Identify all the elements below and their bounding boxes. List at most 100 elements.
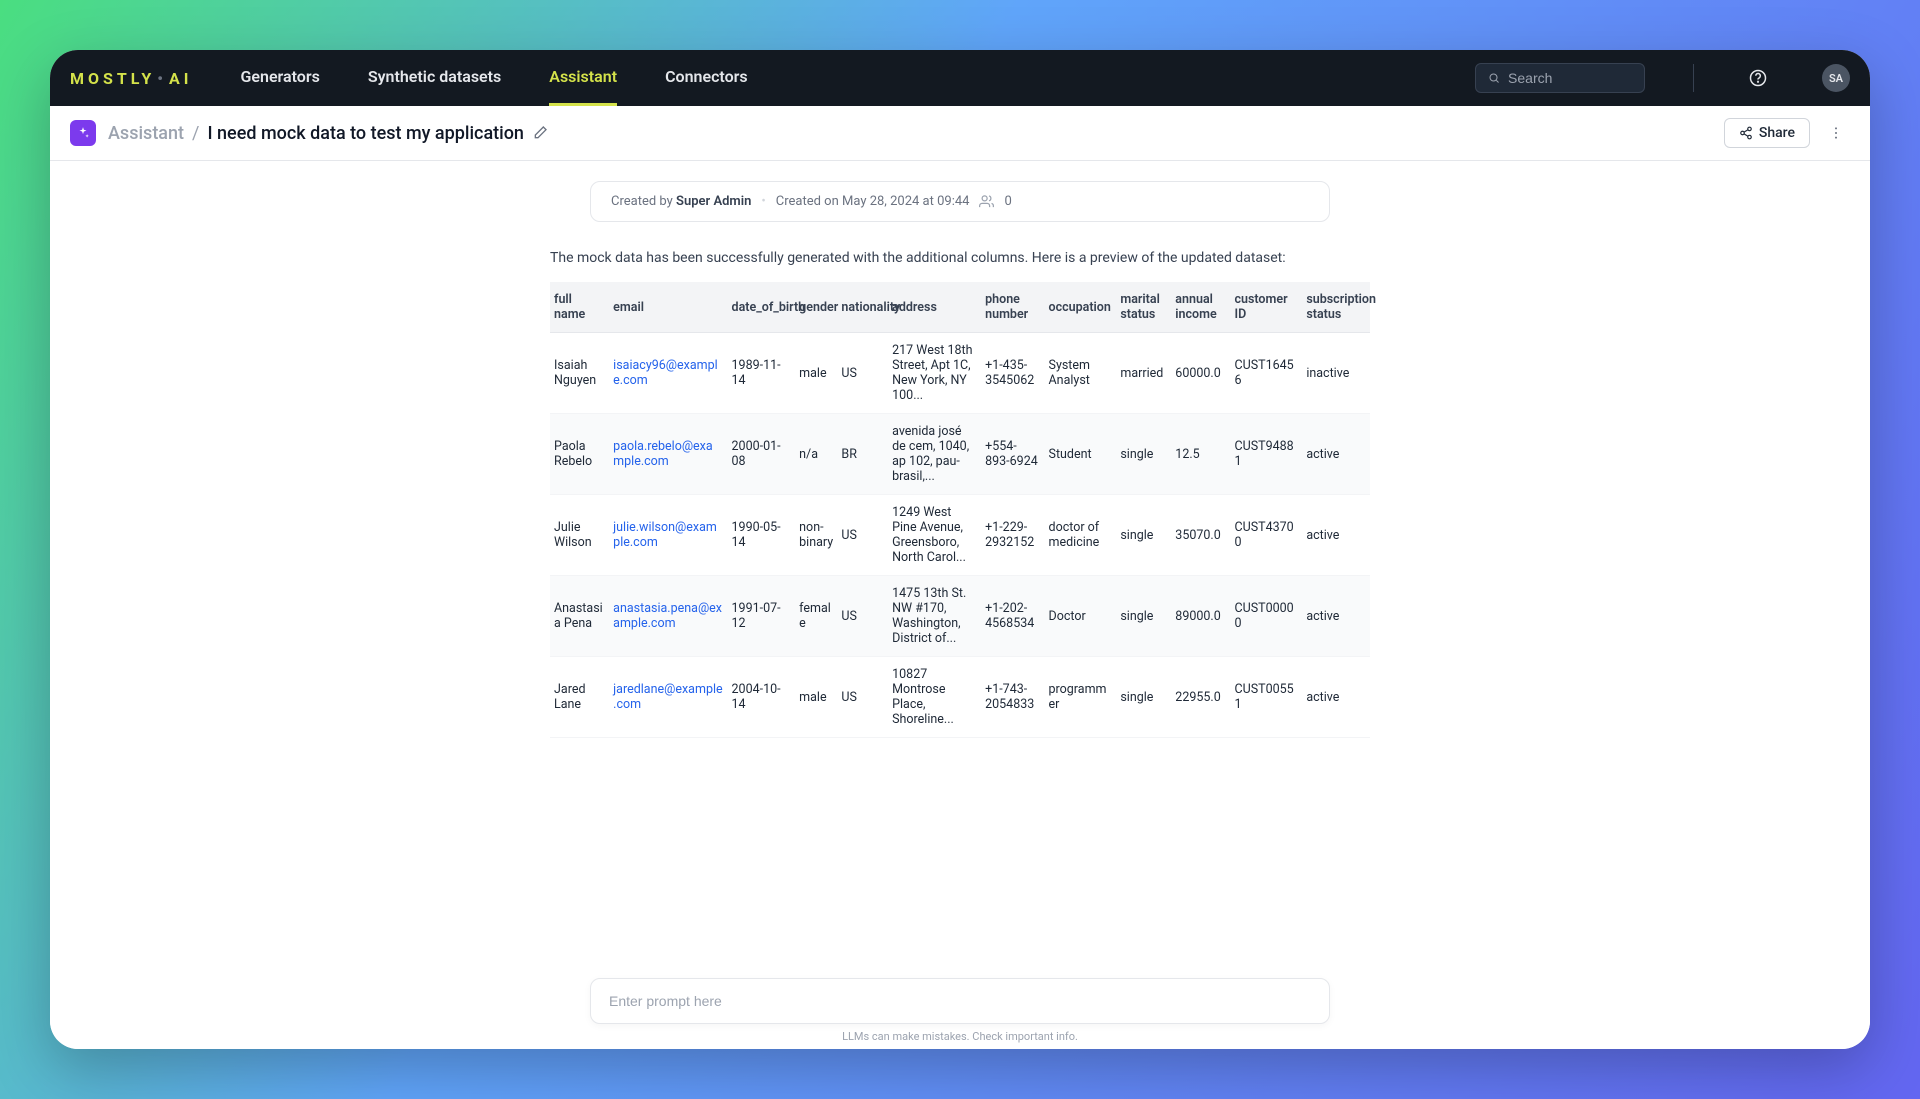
table-cell: inactive — [1302, 333, 1370, 414]
table-cell: 217 West 18th Street, Apt 1C, New York, … — [888, 333, 981, 414]
table-cell: julie.wilson@example.com — [609, 495, 727, 576]
nav-assistant[interactable]: Assistant — [549, 50, 617, 106]
th-email: email — [609, 282, 727, 333]
search-box[interactable] — [1475, 63, 1645, 93]
help-button[interactable] — [1742, 62, 1774, 94]
brand-logo: MOSTLY•AI — [70, 69, 192, 88]
table-cell: Jared Lane — [550, 657, 609, 738]
table-body: Isaiah Nguyenisaiacy96@example.com 1989-1… — [550, 333, 1370, 738]
table-cell: single — [1116, 576, 1171, 657]
table-cell: +1-743-2054833 — [981, 657, 1044, 738]
scroll-area[interactable]: Created by Super Admin • Created on May … — [50, 161, 1870, 1049]
content-area: Created by Super Admin • Created on May … — [50, 161, 1870, 1049]
table-cell: single — [1116, 495, 1171, 576]
table-row: Anastasia Penaanastasia.pena@example.com… — [550, 576, 1370, 657]
search-input[interactable] — [1508, 70, 1632, 86]
table-cell: 10827 Montrose Place, Shoreline... — [888, 657, 981, 738]
th-income: annual income — [1171, 282, 1230, 333]
table-cell: single — [1116, 414, 1171, 495]
breadcrumb-root[interactable]: Assistant — [108, 123, 184, 144]
nav-divider — [1693, 64, 1694, 92]
table-cell: +1-229-2932152 — [981, 495, 1044, 576]
table-cell: anastasia.pena@example.com — [609, 576, 727, 657]
pencil-icon — [532, 125, 548, 141]
meta-created-on: Created on May 28, 2024 at 09:44 — [776, 194, 970, 209]
nav-generators[interactable]: Generators — [240, 50, 319, 106]
table-cell: 1249 West Pine Avenue, Greensboro, North… — [888, 495, 981, 576]
breadcrumb-title: I need mock data to test my application — [207, 123, 524, 144]
message-body: The mock data has been successfully gene… — [550, 250, 1370, 738]
table-cell: CUST94881 — [1230, 414, 1302, 495]
help-icon — [1749, 69, 1767, 87]
prompt-wrap: LLMs can make mistakes. Check important … — [50, 970, 1870, 1049]
email-link[interactable]: isaiacy96@example.com — [613, 358, 718, 388]
th-marital: marital status — [1116, 282, 1171, 333]
search-icon — [1488, 71, 1500, 85]
table-cell: active — [1302, 576, 1370, 657]
th-phone: phone number — [981, 282, 1044, 333]
avatar[interactable]: SA — [1822, 64, 1850, 92]
edit-title-button[interactable] — [532, 125, 548, 141]
table-cell: 1989-11-14 — [728, 333, 796, 414]
email-link[interactable]: jaredlane@example.com — [613, 682, 722, 712]
breadcrumb-sep: / — [192, 123, 199, 144]
table-cell: married — [1116, 333, 1171, 414]
nav-synthetic-datasets[interactable]: Synthetic datasets — [368, 50, 501, 106]
assistant-message: The mock data has been successfully gene… — [550, 250, 1370, 266]
table-cell: Doctor — [1045, 576, 1117, 657]
nav-connectors[interactable]: Connectors — [665, 50, 748, 106]
share-icon — [1739, 126, 1753, 140]
table-cell: Isaiah Nguyen — [550, 333, 609, 414]
brand-name: MOSTLY — [70, 69, 155, 88]
table-cell: US — [837, 576, 888, 657]
email-link[interactable]: julie.wilson@example.com — [613, 520, 717, 550]
table-row: Paola Rebelopaola.rebelo@example.com2000… — [550, 414, 1370, 495]
email-link[interactable]: paola.rebelo@example.com — [613, 439, 713, 469]
more-vertical-icon — [1828, 125, 1844, 141]
table-cell: active — [1302, 495, 1370, 576]
nav-links: Generators Synthetic datasets Assistant … — [240, 50, 747, 106]
table-cell: single — [1116, 657, 1171, 738]
table-cell: 1475 13th St. NW #170, Washington, Distr… — [888, 576, 981, 657]
table-cell: 89000.0 — [1171, 576, 1230, 657]
table-cell: CUST00000 — [1230, 576, 1302, 657]
meta-created-by: Created by Super Admin — [611, 194, 751, 209]
table-row: Isaiah Nguyenisaiacy96@example.com 1989-1… — [550, 333, 1370, 414]
table-cell: 1990-05-14 — [728, 495, 796, 576]
data-table: full name email date_of_birth gender nat… — [550, 282, 1370, 738]
th-full-name: full name — [550, 282, 609, 333]
table-cell: BR — [837, 414, 888, 495]
table-cell: programmer — [1045, 657, 1117, 738]
email-link[interactable]: anastasia.pena@example.com — [613, 601, 722, 631]
more-button[interactable] — [1822, 119, 1850, 147]
table-cell: CUST00551 — [1230, 657, 1302, 738]
users-icon — [979, 194, 994, 209]
brand-dot: • — [157, 69, 167, 88]
table-cell: US — [837, 333, 888, 414]
table-row: Jared Lanejaredlane@example.com2004-10-1… — [550, 657, 1370, 738]
table-cell: CUST16456 — [1230, 333, 1302, 414]
table-cell: 12.5 — [1171, 414, 1230, 495]
table-row: Julie Wilsonjulie.wilson@example.com1990… — [550, 495, 1370, 576]
app-window: MOSTLY•AI Generators Synthetic datasets … — [50, 50, 1870, 1049]
th-address: address — [888, 282, 981, 333]
th-dob: date_of_birth — [728, 282, 796, 333]
meta-viewers: 0 — [1004, 194, 1011, 209]
table-head: full name email date_of_birth gender nat… — [550, 282, 1370, 333]
table-cell: doctor of medicine — [1045, 495, 1117, 576]
sparkle-icon — [76, 126, 90, 140]
table-cell: Anastasia Pena — [550, 576, 609, 657]
table-cell: US — [837, 495, 888, 576]
brand-suffix: AI — [169, 69, 192, 88]
table-cell: 22955.0 — [1171, 657, 1230, 738]
share-button[interactable]: Share — [1724, 118, 1810, 148]
th-occupation: occupation — [1045, 282, 1117, 333]
th-sub: subscription status — [1302, 282, 1370, 333]
share-label: Share — [1759, 125, 1795, 141]
th-nationality: nationality — [837, 282, 888, 333]
table-cell: n/a — [795, 414, 837, 495]
table-cell: avenida josé de cem, 1040, ap 102, pau-b… — [888, 414, 981, 495]
prompt-input[interactable] — [590, 978, 1330, 1024]
th-gender: gender — [795, 282, 837, 333]
disclaimer: LLMs can make mistakes. Check important … — [842, 1030, 1078, 1043]
